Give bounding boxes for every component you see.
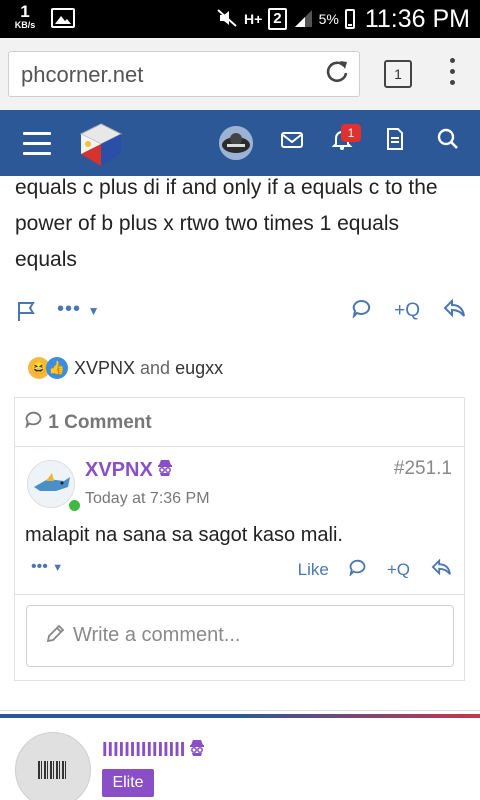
status-bar: 1 KB/s H+ 2 5% 11:36 PM [0, 0, 480, 38]
reaction-user-2[interactable]: eugxx [175, 358, 223, 379]
comment-permalink[interactable]: #251.1 [394, 458, 452, 480]
reaction-and: and [140, 357, 171, 378]
comment-quote-button[interactable]: +Q [387, 560, 410, 580]
comment-icon[interactable] [352, 298, 372, 324]
comment-reply-icon[interactable] [430, 558, 452, 581]
comments-block: 1 Comment XVPNX #251.1 Today at 7:36 PM … [14, 397, 465, 681]
hamburger-menu-icon[interactable] [23, 132, 51, 162]
quote-button[interactable]: +Q [394, 300, 420, 322]
caret-down-icon: ▼ [52, 562, 64, 574]
reload-icon[interactable] [321, 58, 353, 90]
thread-content: equals c plus di if and only if a equals… [0, 176, 480, 800]
reaction-user-1[interactable]: XVPNX [74, 358, 135, 379]
pencil-icon [45, 624, 65, 650]
divider [15, 594, 464, 595]
tabs-button[interactable]: 1 [384, 60, 412, 88]
mute-icon [216, 8, 238, 31]
next-post-avatar[interactable] [15, 732, 91, 800]
like-reaction-icon: 👍 [46, 357, 68, 379]
comment-more-dots: ••• [31, 558, 48, 575]
post-more-menu[interactable]: ••• ▼ [57, 298, 100, 321]
next-post-username[interactable]: IIIIIIIIIIIIIII [102, 738, 205, 762]
post-separator [0, 714, 480, 718]
site-logo[interactable] [76, 120, 126, 170]
caret-down-icon: ▼ [87, 304, 101, 318]
user-avatar[interactable] [219, 126, 253, 160]
overflow-menu-icon[interactable] [446, 58, 458, 92]
comment-body: malapit na sana sa sagot kaso mali. [25, 524, 343, 546]
network-speed: 1 KB/s [7, 3, 43, 30]
comment-bubble-icon [25, 411, 48, 433]
status-time: 11:36 PM [364, 4, 470, 33]
more-dots: ••• [57, 298, 82, 320]
report-flag-icon[interactable] [16, 300, 36, 328]
address-bar[interactable]: phcorner.net [8, 51, 360, 97]
comment-more-menu[interactable]: ••• ▼ [31, 558, 63, 576]
comment-timestamp[interactable]: Today at 7:36 PM [85, 490, 210, 508]
hplus-icon: H+ [243, 11, 263, 27]
reactions-summary[interactable]: 😆 👍 XVPNX and eugxx [28, 354, 223, 382]
spy-badge-icon [189, 738, 205, 761]
divider [0, 710, 480, 711]
comment-like-button[interactable]: Like [298, 560, 329, 580]
comment-input[interactable]: Write a comment... [26, 605, 454, 667]
browser-toolbar: phcorner.net 1 [0, 38, 480, 111]
comment-username-text[interactable]: XVPNX [85, 459, 153, 481]
divider [15, 446, 464, 447]
rank-badge: Elite [102, 769, 154, 797]
network-speed-unit: KB/s [14, 20, 36, 30]
post-body: equals c plus di if and only if a equals… [15, 176, 438, 271]
search-icon[interactable] [432, 127, 464, 159]
sim-indicator: 2 [268, 8, 287, 30]
signal-icon [293, 8, 313, 31]
envelope-icon[interactable] [276, 127, 308, 159]
comments-header: 1 Comment [25, 410, 152, 434]
status-icons: H+ 2 5% 11:36 PM [216, 5, 470, 33]
spy-badge-icon [157, 458, 173, 481]
battery-percent: 5% [318, 11, 339, 27]
document-icon[interactable] [379, 127, 411, 159]
comment-reply-bubble-icon[interactable] [349, 558, 367, 581]
barcode-icon [38, 761, 68, 779]
comment-input-placeholder[interactable]: Write a comment... [73, 624, 240, 647]
comments-count: 1 Comment [48, 412, 152, 433]
online-indicator [67, 498, 82, 513]
comment-actions: ••• ▼ Like +Q [15, 558, 464, 584]
gallery-notification-icon [51, 8, 75, 28]
post-actions: ••• ▼ +Q [0, 296, 480, 326]
site-header [0, 110, 480, 176]
network-speed-value: 1 [20, 2, 30, 21]
url-text[interactable]: phcorner.net [21, 62, 143, 88]
battery-icon [344, 9, 355, 29]
notification-badge: 1 [341, 124, 361, 142]
comment-username[interactable]: XVPNX [85, 458, 173, 482]
reply-icon[interactable] [442, 298, 466, 324]
next-post-username-text[interactable]: IIIIIIIIIIIIIII [102, 739, 185, 761]
